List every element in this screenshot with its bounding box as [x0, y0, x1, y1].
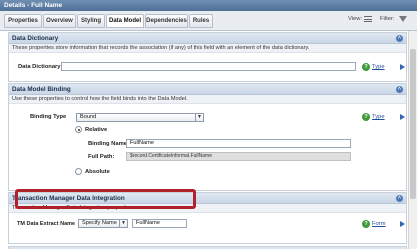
tab-overview[interactable]: Overview — [43, 14, 76, 28]
section-title: Data Dictionary — [12, 35, 59, 42]
binding-help-link[interactable]: Type — [372, 114, 385, 120]
section-title: Data Model Binding — [12, 86, 71, 93]
collapse-icon[interactable]: ˄ — [396, 35, 403, 42]
details-scroll-area: Data Dictionary ˄ These properties store… — [0, 31, 417, 249]
data-dictionary-label: Data Dictionary — [18, 64, 61, 70]
data-dictionary-field[interactable] — [61, 62, 356, 71]
help-icon[interactable]: ? — [362, 113, 370, 121]
tab-bar: Properties Overview Styling Data Model D… — [0, 11, 417, 31]
view-label: View: — [348, 16, 363, 22]
filter-icon[interactable] — [399, 16, 407, 23]
data-dictionary-header: Data Dictionary ˄ — [9, 33, 406, 44]
go-arrow-icon[interactable] — [400, 221, 405, 227]
data-dictionary-body: Data Dictionary ? Type — [9, 53, 406, 81]
chevron-down-icon: ▼ — [195, 114, 203, 121]
binding-name-label: Binding Name: — [88, 141, 129, 147]
data-dictionary-help-link[interactable]: Type — [372, 64, 385, 70]
tab-styling[interactable]: Styling — [77, 14, 105, 28]
callout-highlight-box — [15, 189, 196, 209]
collapse-icon[interactable]: ˄ — [396, 86, 403, 93]
collapse-icon[interactable]: ˄ — [396, 195, 403, 202]
binding-type-select[interactable]: Bound ▼ — [76, 113, 204, 122]
relative-radio[interactable] — [75, 126, 82, 133]
window-title: Details - Full Name — [0, 0, 417, 11]
tm-data-extract-label: TM Data Extract Name — [17, 221, 76, 227]
binding-type-value: Bound — [80, 114, 97, 120]
binding-type-label: Binding Type — [30, 114, 67, 120]
filter-label: Filter: — [380, 16, 395, 22]
section-description: These properties store information that … — [9, 44, 406, 53]
relative-label: Relative — [85, 127, 108, 133]
data-dictionary-section: Data Dictionary ˄ These properties store… — [8, 32, 407, 82]
binding-name-field[interactable]: FullName — [126, 139, 351, 148]
vertical-scrollbar[interactable] — [408, 31, 417, 249]
data-model-binding-header: Data Model Binding ˄ — [9, 84, 406, 95]
data-model-binding-section: Data Model Binding ˄ Use these propertie… — [8, 83, 407, 191]
scrollbar-thumb[interactable] — [410, 49, 416, 199]
tm-help-link[interactable]: Form — [372, 221, 386, 227]
tab-rules[interactable]: Rules — [189, 14, 213, 28]
data-model-binding-body: Binding Type Bound ▼ ? Type Relative Bin… — [9, 104, 406, 190]
tm-integration-body: TM Data Extract Name Specify Name ▼ Full… — [9, 213, 406, 243]
tab-data-model[interactable]: Data Model — [106, 14, 144, 28]
go-arrow-icon[interactable] — [400, 114, 405, 120]
full-path-field: $record.CertificateInformat.FullName — [126, 152, 351, 161]
help-icon[interactable]: ? — [362, 63, 370, 71]
chevron-down-icon: ▼ — [119, 220, 127, 227]
absolute-label: Absolute — [85, 169, 110, 175]
tab-dependencies[interactable]: Dependencies — [145, 14, 188, 28]
tm-extract-select-value: Specify Name — [82, 220, 117, 226]
go-arrow-icon[interactable] — [400, 64, 405, 70]
help-icon[interactable]: ? — [362, 220, 370, 228]
tm-extract-name-field[interactable]: FullName — [132, 219, 187, 228]
full-path-label: Full Path: — [88, 154, 115, 160]
absolute-radio[interactable] — [75, 168, 82, 175]
section-description: Use these properties to control how the … — [9, 95, 406, 104]
tab-properties[interactable]: Properties — [4, 14, 42, 28]
view-list-icon[interactable] — [364, 16, 372, 23]
tm-extract-select[interactable]: Specify Name ▼ — [78, 219, 128, 228]
